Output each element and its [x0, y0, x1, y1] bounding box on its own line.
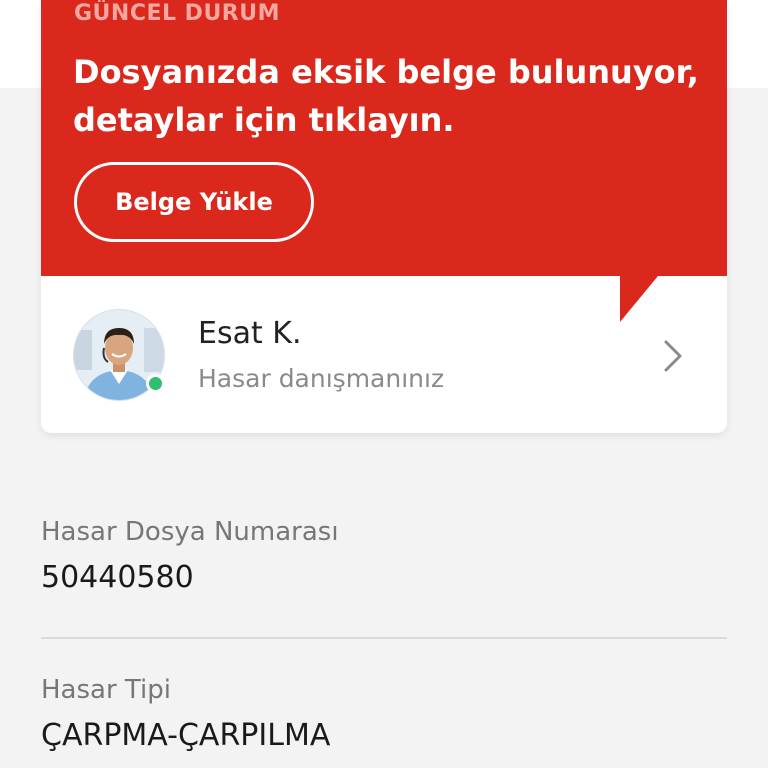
claim-type-label: Hasar Tipi	[41, 675, 171, 705]
claim-type-value: ÇARPMA-ÇARPILMA	[41, 718, 331, 753]
divider	[41, 637, 727, 639]
advisor-role: Hasar danışmanınız	[198, 364, 445, 393]
status-panel[interactable]: GÜNCEL DURUM Dosyanızda eksik belge bulu…	[41, 0, 727, 276]
status-message[interactable]: Dosyanızda eksik belge bulunuyor, detayl…	[73, 48, 703, 144]
claim-number-label: Hasar Dosya Numarası	[41, 517, 339, 547]
advisor-name: Esat K.	[198, 316, 302, 351]
status-card: GÜNCEL DURUM Dosyanızda eksik belge bulu…	[41, 0, 727, 433]
advisor-row[interactable]: Esat K. Hasar danışmanınız	[41, 276, 727, 433]
online-status-indicator	[146, 374, 165, 393]
upload-document-button[interactable]: Belge Yükle	[74, 162, 314, 242]
chevron-right-icon[interactable]	[661, 338, 685, 374]
status-label: GÜNCEL DURUM	[74, 1, 281, 26]
claim-number-value: 50440580	[41, 560, 194, 595]
